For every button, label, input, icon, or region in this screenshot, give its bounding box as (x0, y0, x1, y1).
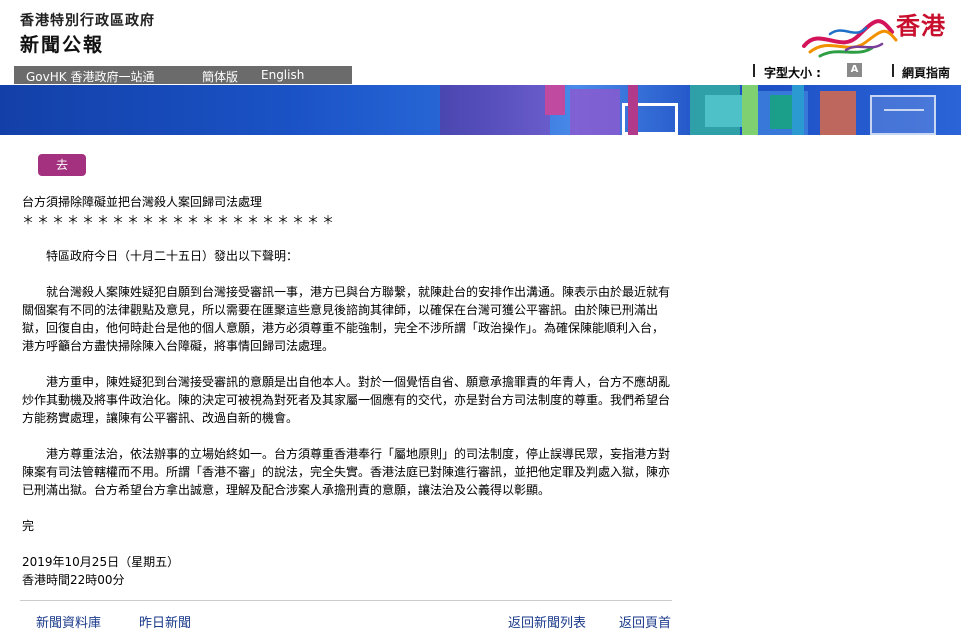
brand-text: 香港 (896, 12, 946, 40)
footer-divider (20, 600, 672, 601)
article-lead: 特區政府今日（十月二十五日）發出以下聲明： (46, 249, 299, 263)
article-paragraph: 港方重申，陳姓疑犯到台灣接受審訊的意願是出自他本人。對於一個覺悟自省、願意承擔罪… (22, 375, 671, 425)
release-time: 香港時間22時00分 (22, 573, 125, 587)
toolbar-divider (753, 64, 755, 77)
english-link[interactable]: English (261, 68, 304, 82)
font-size-button[interactable]: A (847, 63, 862, 77)
department-name: 香港特別行政區政府 (20, 13, 155, 29)
top-navigation-bar: GovHK 香港政府一站通 簡体版 English (14, 66, 352, 84)
brand-hong-kong-logo[interactable]: 香港 (800, 6, 950, 60)
toolbar-divider (892, 64, 894, 77)
article-title: 台方須掃除障礙並把台灣殺人案回歸司法處理 (22, 195, 263, 209)
article-paragraph: 港方尊重法治，依法辦事的立場始終如一。台方須尊重香港奉行「屬地原則」的司法制度，… (22, 447, 671, 497)
news-archive-link[interactable]: 新聞資料庫 (36, 612, 101, 631)
title-underline-stars: ＊＊＊＊＊＊＊＊＊＊＊＊＊＊＊＊＊＊＊＊＊ (22, 213, 338, 227)
article-end-mark: 完 (22, 519, 35, 533)
sitemap-link[interactable]: 網頁指南 (902, 64, 950, 81)
release-date: 2019年10月25日（星期五） (22, 555, 180, 569)
yesterday-news-link[interactable]: 昨日新聞 (139, 612, 191, 631)
font-size-label: 字型大小 : (764, 66, 821, 80)
page-title: 新聞公報 (20, 34, 105, 56)
back-to-top-link[interactable]: 返回頁首 (619, 612, 671, 631)
simplified-chinese-link[interactable]: 簡体版 (202, 68, 238, 85)
govhk-link[interactable]: GovHK 香港政府一站通 (26, 68, 154, 85)
go-button[interactable]: 去 (38, 154, 86, 176)
press-release-article: 台方須掃除障礙並把台灣殺人案回歸司法處理 ＊＊＊＊＊＊＊＊＊＊＊＊＊＊＊＊＊＊＊… (22, 193, 672, 589)
decorative-banner (0, 85, 961, 135)
back-to-news-list-link[interactable]: 返回新聞列表 (508, 612, 586, 631)
article-paragraph: 就台灣殺人案陳姓疑犯自願到台灣接受審訊一事，港方已與台方聯繫，就陳赴台的安排作出… (22, 285, 671, 353)
